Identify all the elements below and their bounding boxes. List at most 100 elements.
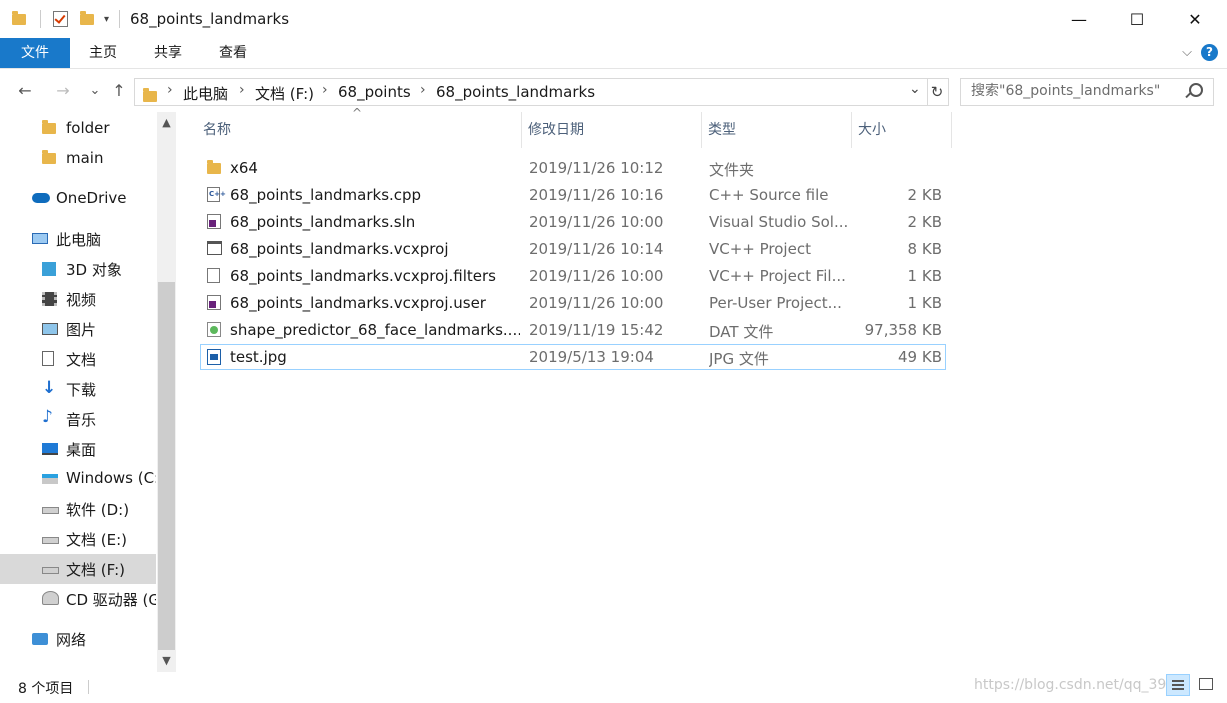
- file-row-sln[interactable]: 68_points_landmarks.sln 2019/11/26 10:00…: [200, 209, 946, 235]
- sidebar-item-label: 音乐: [66, 411, 97, 429]
- file-type: DAT 文件: [709, 323, 774, 341]
- tab-share[interactable]: 共享: [145, 38, 191, 68]
- properties-icon[interactable]: [53, 11, 68, 27]
- column-header-name[interactable]: 名称: [200, 112, 519, 148]
- network-icon: [32, 633, 48, 645]
- sidebar-item-label: folder: [66, 119, 110, 137]
- ribbon-tabs: 文件 主页 共享 查看 ⌵ ?: [0, 38, 1227, 69]
- breadcrumb-this-pc[interactable]: 此电脑: [183, 83, 228, 104]
- recent-locations-button[interactable]: ⌄: [84, 80, 106, 102]
- tab-home[interactable]: 主页: [80, 38, 126, 68]
- column-divider[interactable]: [521, 112, 522, 148]
- column-headers: ^ 名称 修改日期 类型 大小: [200, 106, 952, 148]
- sidebar-item-this-pc[interactable]: 此电脑: [0, 224, 156, 254]
- customize-toolbar-chevron-icon[interactable]: ▾: [104, 14, 109, 25]
- file-row-x64[interactable]: x64 2019/11/26 10:12 文件夹: [200, 155, 946, 181]
- address-bar[interactable]: › 此电脑 › 文档 (F:) › 68_points › 68_points_…: [134, 78, 928, 106]
- sidebar-item-label: OneDrive: [56, 189, 127, 207]
- video-icon: [42, 292, 57, 306]
- file-type: C++ Source file: [709, 186, 829, 204]
- sidebar-item-cd-drive[interactable]: CD 驱动器 (G: [0, 584, 156, 614]
- breadcrumb-68-points[interactable]: 68_points: [338, 83, 411, 101]
- breadcrumb-separator[interactable]: ›: [322, 82, 328, 98]
- scrollbar-thumb[interactable]: [158, 282, 175, 650]
- close-button[interactable]: ✕: [1166, 0, 1224, 38]
- breadcrumb-separator[interactable]: ›: [420, 82, 426, 98]
- sidebar-item-main[interactable]: main: [0, 144, 156, 174]
- file-name: 68_points_landmarks.vcxproj: [230, 240, 449, 258]
- file-name: 68_points_landmarks.sln: [230, 213, 416, 231]
- sidebar-item-pictures[interactable]: 图片: [0, 314, 156, 344]
- file-row-filters[interactable]: 68_points_landmarks.vcxproj.filters 2019…: [200, 263, 946, 289]
- column-header-type[interactable]: 类型: [705, 112, 848, 148]
- file-row-test-jpg[interactable]: test.jpg 2019/5/13 19:04 JPG 文件 49 KB: [200, 344, 946, 370]
- new-folder-icon[interactable]: [80, 10, 94, 25]
- sidebar-item-desktop[interactable]: 桌面: [0, 434, 156, 464]
- download-icon: ↓: [42, 378, 57, 398]
- navigation-pane-scrollbar[interactable]: ▲ ▼: [157, 112, 176, 672]
- tab-file[interactable]: 文件: [0, 38, 70, 68]
- large-icons-view-button[interactable]: [1194, 674, 1218, 696]
- help-icon[interactable]: ?: [1201, 44, 1218, 61]
- file-date: 2019/11/26 10:12: [529, 159, 664, 177]
- windows-drive-icon: [42, 474, 58, 484]
- sidebar-item-drive-d[interactable]: 软件 (D:): [0, 494, 156, 524]
- sidebar-item-3d-objects[interactable]: 3D 对象: [0, 254, 156, 284]
- file-name: test.jpg: [230, 348, 287, 366]
- file-type: Visual Studio Sol...: [709, 213, 849, 231]
- back-button[interactable]: ←: [14, 80, 36, 102]
- search-box[interactable]: [960, 78, 1214, 106]
- breadcrumb-68-points-landmarks[interactable]: 68_points_landmarks: [436, 83, 595, 101]
- file-size: 1 KB: [907, 267, 942, 285]
- column-header-size[interactable]: 大小: [855, 112, 948, 148]
- up-button[interactable]: ↑: [108, 80, 130, 102]
- sidebar-item-downloads[interactable]: ↓ 下载: [0, 374, 156, 404]
- filters-file-icon: [207, 268, 220, 283]
- forward-button[interactable]: →: [52, 80, 74, 102]
- breadcrumb-separator[interactable]: ›: [239, 82, 245, 98]
- desktop-icon: [42, 443, 58, 455]
- file-type: VC++ Project: [709, 240, 811, 258]
- breadcrumb-drive-f[interactable]: 文档 (F:): [255, 83, 314, 104]
- item-count: 8 个项目: [18, 681, 74, 697]
- sidebar-item-onedrive[interactable]: OneDrive: [0, 184, 156, 214]
- file-name: shape_predictor_68_face_landmarks....: [230, 321, 520, 339]
- minimize-button[interactable]: —: [1050, 0, 1108, 38]
- column-divider[interactable]: [951, 112, 952, 148]
- folder-icon: [143, 88, 157, 102]
- search-input[interactable]: [961, 79, 1191, 103]
- ribbon-expand-icon[interactable]: ⌵: [1176, 38, 1198, 68]
- sidebar-item-network[interactable]: 网络: [0, 624, 156, 654]
- sidebar-item-videos[interactable]: 视频: [0, 284, 156, 314]
- details-view-button[interactable]: [1166, 674, 1190, 696]
- column-header-date[interactable]: 修改日期: [525, 112, 698, 148]
- navigation-bar: ← → ⌄ ↑ › 此电脑 › 文档 (F:) › 68_points › 68…: [0, 74, 1227, 108]
- sidebar-item-drive-e[interactable]: 文档 (E:): [0, 524, 156, 554]
- sidebar-item-drive-c[interactable]: Windows (C:: [0, 464, 156, 494]
- file-name: 68_points_landmarks.vcxproj.filters: [230, 267, 496, 285]
- address-dropdown-icon[interactable]: ⌄: [909, 81, 921, 97]
- column-divider[interactable]: [851, 112, 852, 148]
- file-row-dat[interactable]: shape_predictor_68_face_landmarks.... 20…: [200, 317, 946, 343]
- sidebar-item-documents[interactable]: 文档: [0, 344, 156, 374]
- details-view-icon: [1172, 680, 1184, 682]
- file-row-cpp[interactable]: C++ 68_points_landmarks.cpp 2019/11/26 1…: [200, 182, 946, 208]
- file-size: 2 KB: [907, 186, 942, 204]
- column-divider[interactable]: [701, 112, 702, 148]
- maximize-button[interactable]: ☐: [1108, 0, 1166, 38]
- tab-view[interactable]: 查看: [210, 38, 256, 68]
- sidebar-item-drive-f[interactable]: 文档 (F:): [0, 554, 156, 584]
- sidebar-item-label: 下载: [66, 381, 97, 399]
- quick-access-toolbar: ▾: [12, 10, 121, 28]
- sidebar-item-folder[interactable]: folder: [0, 114, 156, 144]
- breadcrumb-separator[interactable]: ›: [167, 82, 173, 98]
- scroll-up-icon[interactable]: ▲: [157, 114, 176, 132]
- file-row-vcxproj[interactable]: 68_points_landmarks.vcxproj 2019/11/26 1…: [200, 236, 946, 262]
- refresh-button[interactable]: ↻: [926, 78, 949, 106]
- file-row-user[interactable]: 68_points_landmarks.vcxproj.user 2019/11…: [200, 290, 946, 316]
- scroll-down-icon[interactable]: ▼: [157, 652, 176, 670]
- toolbar-divider: [119, 10, 121, 28]
- file-name: 68_points_landmarks.vcxproj.user: [230, 294, 486, 312]
- search-icon[interactable]: [1189, 83, 1203, 97]
- sidebar-item-music[interactable]: ♪ 音乐: [0, 404, 156, 434]
